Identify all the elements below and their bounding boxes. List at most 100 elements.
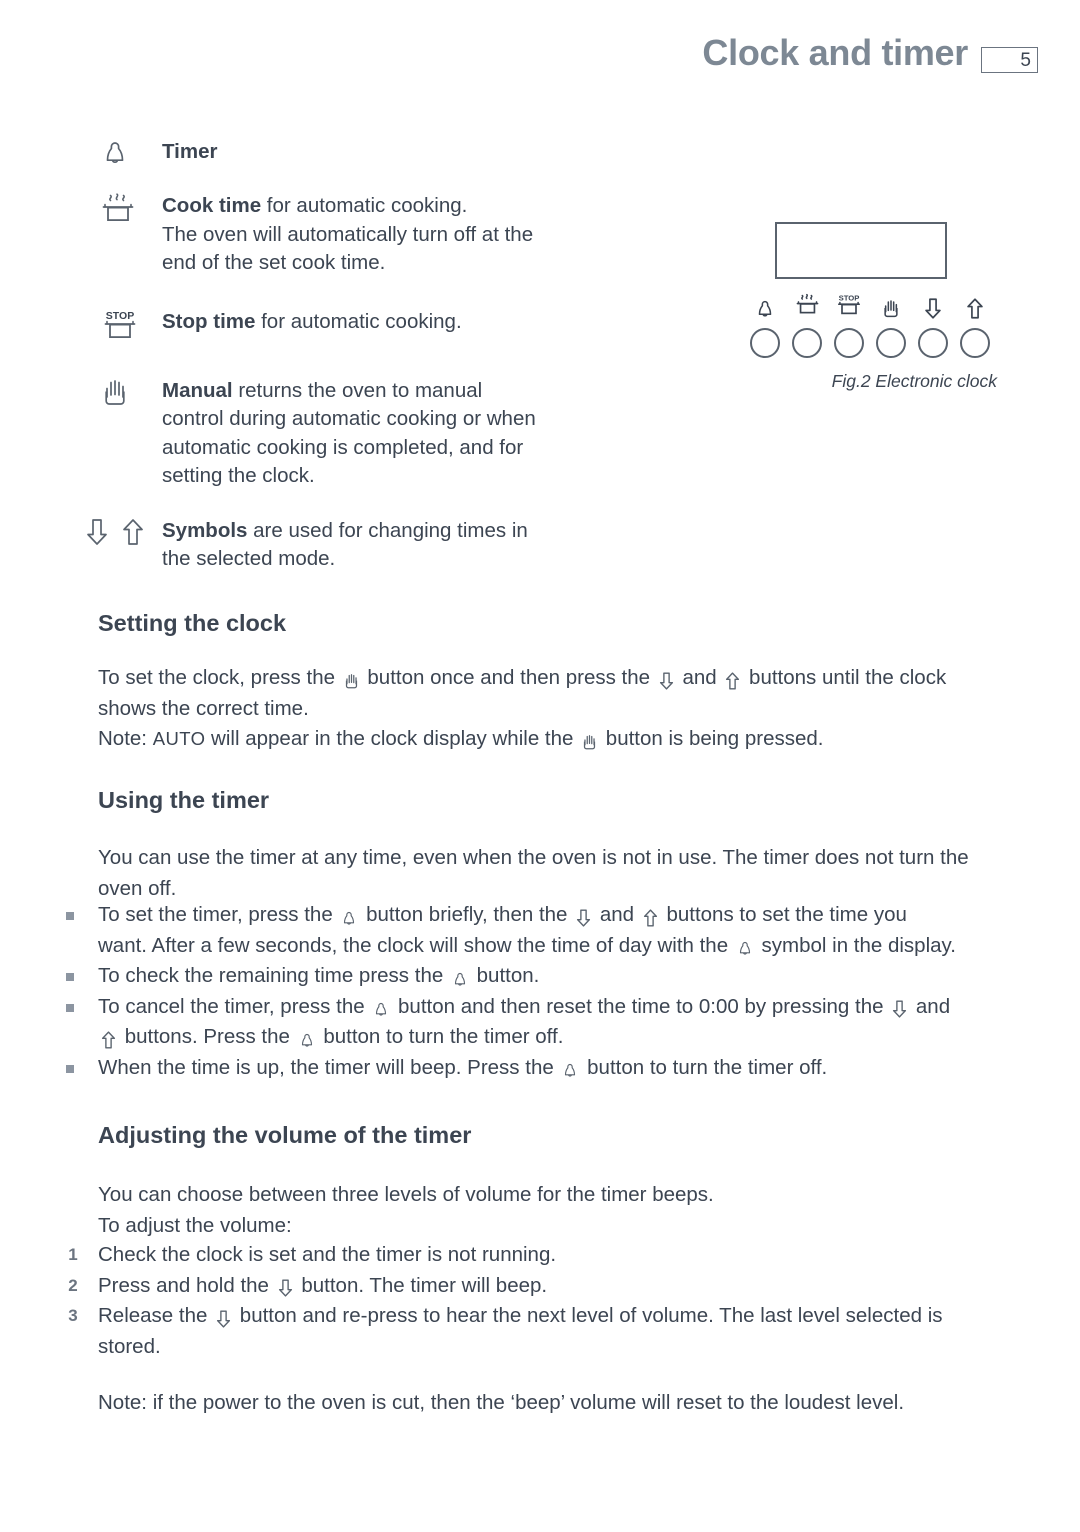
legend-icon-cell bbox=[0, 138, 160, 168]
heading-using-the-timer: Using the timer bbox=[98, 787, 270, 813]
arrow-down-icon bbox=[923, 296, 943, 321]
timer-button[interactable] bbox=[750, 328, 780, 358]
legend-text-manual: Manual returns the oven to manual contro… bbox=[160, 377, 536, 491]
stop-time-button[interactable] bbox=[834, 328, 864, 358]
svg-text:STOP: STOP bbox=[106, 310, 134, 322]
clock-button-row bbox=[745, 328, 995, 358]
text-fragment: When the time is up, the timer will beep… bbox=[98, 1055, 560, 1079]
text-fragment: button. The timer will beep. bbox=[295, 1273, 548, 1297]
legend-rest-manual: returns the oven to manual bbox=[232, 378, 483, 402]
arrow-up-icon bbox=[120, 517, 146, 547]
list-item: To set the timer, press the button brief… bbox=[60, 900, 1010, 961]
heading-adjusting-the-volume: Adjusting the volume of the timer bbox=[98, 1122, 472, 1148]
legend-icon-cell bbox=[0, 192, 160, 232]
text-fragment: button to turn the timer off. bbox=[581, 1055, 828, 1079]
text-fragment: Check the clock is set and the timer is … bbox=[98, 1243, 557, 1266]
clock-icon-slot bbox=[955, 296, 995, 321]
text-fragment: To cancel the timer, press the bbox=[98, 994, 371, 1018]
list-item: 1 Check the clock is set and the timer i… bbox=[60, 1240, 1010, 1271]
clock-icon-slot: STOP bbox=[829, 293, 869, 321]
text-fragment: button and re-press to hear the next lev… bbox=[234, 1304, 943, 1327]
decrease-button[interactable] bbox=[918, 328, 948, 358]
volume-instruction-list: 1 Check the clock is set and the timer i… bbox=[60, 1240, 1010, 1362]
bullet-marker bbox=[66, 973, 74, 981]
clock-button-slot bbox=[913, 328, 953, 358]
clock-icon-row: STOP bbox=[745, 293, 995, 321]
page-number: 5 bbox=[1020, 50, 1031, 71]
text-fragment: Release the bbox=[98, 1304, 214, 1327]
list-item: When the time is up, the timer will beep… bbox=[60, 1053, 1010, 1084]
list-item: To cancel the timer, press the button an… bbox=[60, 992, 1010, 1053]
legend-text-symbols: Symbols are used for changing times in t… bbox=[160, 517, 528, 574]
legend-bold-cook-time: Cook time bbox=[162, 194, 262, 217]
clock-icon-slot bbox=[871, 297, 911, 321]
clock-button-slot bbox=[787, 328, 827, 358]
legend-icon-cell bbox=[0, 517, 160, 547]
legend-line: end of the set cook time. bbox=[162, 251, 386, 274]
list-number: 1 bbox=[68, 1245, 78, 1264]
arrow-down-icon bbox=[84, 517, 110, 547]
bullet-marker bbox=[66, 1064, 74, 1073]
legend-bold-manual: Manual bbox=[162, 378, 233, 402]
hand-icon bbox=[881, 297, 901, 321]
page-header: Clock and timer 5 bbox=[0, 32, 1080, 92]
text-fragment: button once and then press the bbox=[361, 666, 656, 689]
legend-bold-symbols: Symbols bbox=[162, 518, 248, 542]
page-number-box: 5 bbox=[981, 47, 1038, 73]
bell-icon bbox=[340, 909, 358, 928]
legend-line: setting the clock. bbox=[162, 464, 315, 487]
arrow-up-icon bbox=[724, 671, 741, 691]
heading-setting-the-clock: Setting the clock bbox=[98, 610, 287, 636]
bullet-marker bbox=[66, 912, 74, 920]
legend-line: automatic cooking is completed, and for bbox=[162, 435, 524, 459]
stop-label: STOP bbox=[839, 294, 860, 303]
legend-row-stop-time: STOP Stop time for automatic cooking. bbox=[0, 308, 700, 348]
legend-rest-symbols: are used for changing times in bbox=[247, 518, 528, 542]
figure-caption: Fig.2 Electronic clock bbox=[831, 371, 997, 391]
symbol-legend: Timer Cook time for automatic cooking. T… bbox=[0, 138, 700, 574]
arrow-up-icon bbox=[965, 296, 985, 321]
legend-text-cook-time: Cook time for automatic cooking. The ove… bbox=[160, 192, 533, 278]
text-fragment: buttons. Press the bbox=[119, 1025, 296, 1048]
text-fragment: and bbox=[676, 666, 723, 689]
clock-display bbox=[775, 222, 947, 279]
cook-time-button[interactable] bbox=[792, 328, 822, 358]
legend-rest-stop-time: for automatic cooking. bbox=[255, 309, 462, 333]
bell-icon bbox=[372, 1000, 390, 1019]
auto-indicator-label: AUTO bbox=[152, 728, 206, 749]
legend-bold-stop-time: Stop time bbox=[162, 309, 256, 333]
arrow-down-icon bbox=[575, 908, 592, 928]
text-fragment: stored. bbox=[98, 1334, 161, 1358]
pot-steam-icon bbox=[100, 192, 136, 232]
arrow-down-icon bbox=[215, 1309, 232, 1329]
bell-icon bbox=[298, 1031, 316, 1050]
paragraph: To adjust the volume: bbox=[98, 1213, 292, 1237]
text-fragment: button. bbox=[470, 964, 540, 987]
increase-button[interactable] bbox=[960, 328, 990, 358]
text-fragment: button is being pressed. bbox=[600, 727, 824, 750]
text-fragment: buttons until the clock bbox=[743, 666, 947, 689]
list-item: 3 Release the button and re-press to hea… bbox=[60, 1301, 1010, 1362]
list-item: To check the remaining time press the bu… bbox=[60, 961, 1010, 992]
clock-button-slot bbox=[829, 328, 869, 358]
legend-row-symbols: Symbols are used for changing times in t… bbox=[0, 517, 700, 574]
arrow-up-icon bbox=[642, 908, 659, 928]
page-title: Clock and timer bbox=[702, 32, 968, 73]
text-fragment: symbol in the display. bbox=[755, 933, 956, 957]
bell-icon bbox=[100, 138, 130, 168]
hand-icon bbox=[581, 733, 598, 752]
text-fragment: button to turn the timer off. bbox=[317, 1025, 564, 1048]
figure-electronic-clock: STOP Fig.2 Electronic clock bbox=[745, 222, 1035, 392]
arrow-down-icon bbox=[891, 999, 908, 1019]
hand-icon bbox=[343, 672, 360, 691]
legend-rest-cook-time: for automatic cooking. bbox=[261, 194, 468, 217]
text-fragment: and bbox=[594, 903, 640, 926]
manual-button[interactable] bbox=[876, 328, 906, 358]
clock-button-slot bbox=[871, 328, 911, 358]
list-number: 3 bbox=[68, 1306, 78, 1325]
arrow-up-icon bbox=[100, 1030, 117, 1050]
text-fragment: button and then reset the time to 0:00 b… bbox=[392, 994, 890, 1018]
arrow-down-icon bbox=[658, 671, 675, 691]
bullet-marker bbox=[66, 1003, 74, 1012]
legend-icon-cell: STOP bbox=[0, 308, 160, 348]
